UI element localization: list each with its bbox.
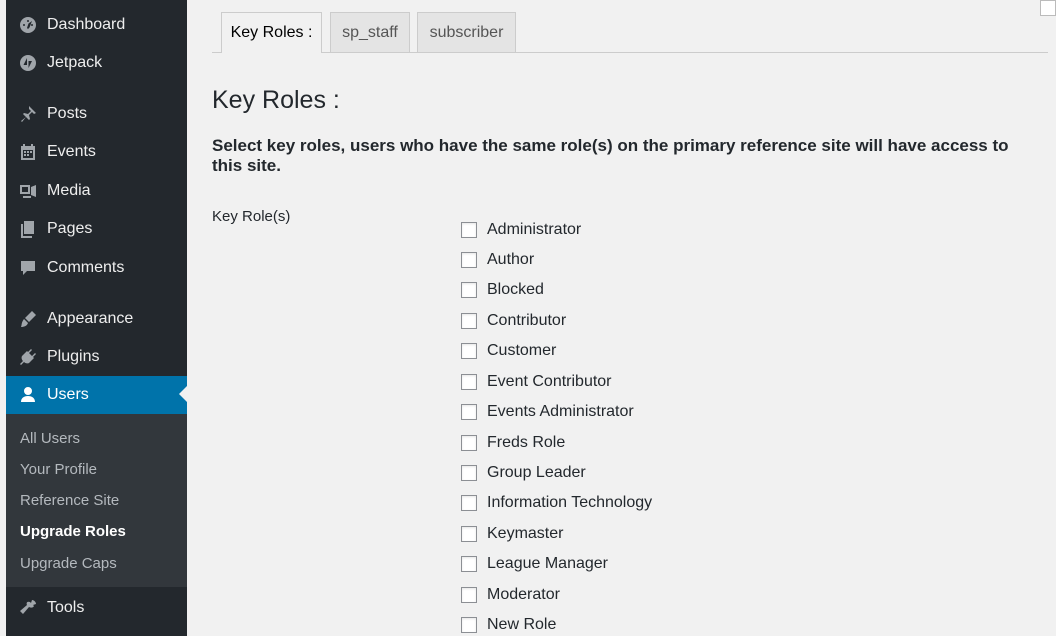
page-description: Select key roles, users who have the sam… [212, 136, 1009, 175]
role-label: Group Leader [487, 464, 586, 481]
role-option[interactable]: Author [461, 250, 534, 270]
role-label: Moderator [487, 586, 560, 603]
sidebar-item-dashboard[interactable]: Dashboard [6, 7, 187, 43]
sidebar-item-label: Jetpack [47, 54, 103, 71]
sidebar-item-label: Plugins [47, 348, 100, 365]
role-label: Freds Role [487, 434, 566, 451]
role-option[interactable]: Contributor [461, 311, 566, 331]
sidebar-item-label: Pages [47, 220, 93, 237]
role-checkbox[interactable] [461, 435, 477, 451]
media-icon [17, 180, 39, 202]
submenu-item-your-profile[interactable]: Your Profile [20, 461, 97, 478]
role-label: Customer [487, 342, 557, 359]
sidebar-item-pages[interactable]: Pages [6, 211, 187, 247]
role-option[interactable]: New Role [461, 615, 556, 635]
sidebar-item-comments[interactable]: Comments [6, 250, 187, 286]
brush-icon [17, 308, 39, 330]
submenu-item-upgrade-caps[interactable]: Upgrade Caps [20, 555, 117, 572]
role-option[interactable]: Blocked [461, 280, 544, 300]
role-label: Author [487, 251, 535, 268]
role-label: Administrator [487, 221, 582, 238]
pages-icon [17, 218, 39, 240]
role-option[interactable]: Group Leader [461, 463, 586, 483]
role-option[interactable]: League Manager [461, 554, 608, 574]
role-checkbox[interactable] [461, 556, 477, 572]
dashboard-icon [17, 14, 39, 36]
role-checkbox[interactable] [461, 526, 477, 542]
sidebar-item-label: Posts [47, 105, 88, 122]
sidebar-item-label: Users [47, 386, 89, 403]
role-checkbox[interactable] [461, 465, 477, 481]
role-label: League Manager [487, 555, 608, 572]
role-label: Keymaster [487, 525, 564, 542]
role-checkbox[interactable] [461, 343, 477, 359]
role-label: Contributor [487, 312, 567, 329]
tab-bar-divider [212, 52, 1048, 53]
role-label: Event Contributor [487, 373, 612, 390]
tab-subscriber[interactable]: subscriber [417, 12, 516, 52]
page-title: Key Roles : [212, 86, 340, 114]
role-checkbox[interactable] [461, 617, 477, 633]
sidebar-item-label: Dashboard [47, 16, 126, 33]
role-checkbox[interactable] [461, 222, 477, 238]
sidebar-item-label: Tools [47, 599, 85, 616]
tab-key-roles[interactable]: Key Roles : [221, 12, 322, 53]
submenu-item-upgrade-roles[interactable]: Upgrade Roles [20, 523, 126, 540]
role-option[interactable]: Keymaster [461, 524, 563, 544]
sidebar-item-posts[interactable]: Posts [6, 96, 187, 132]
role-checkbox[interactable] [461, 587, 477, 603]
sidebar-item-tools[interactable]: Tools [6, 590, 187, 626]
role-label: New Role [487, 616, 557, 633]
users-submenu: All Users Your Profile Reference Site Up… [6, 414, 187, 587]
sidebar-item-label: Appearance [47, 310, 134, 327]
role-checkbox[interactable] [461, 313, 477, 329]
role-option[interactable]: Moderator [461, 585, 560, 605]
role-checkbox[interactable] [461, 404, 477, 420]
sidebar-item-appearance[interactable]: Appearance [6, 301, 187, 337]
submenu-item-reference-site[interactable]: Reference Site [20, 492, 119, 509]
sidebar-item-label: Media [47, 182, 91, 199]
role-option[interactable]: Customer [461, 341, 556, 361]
sidebar-item-label: Comments [47, 259, 125, 276]
role-option[interactable]: Freds Role [461, 433, 565, 453]
sidebar-item-plugins[interactable]: Plugins [6, 339, 187, 375]
role-checkbox[interactable] [461, 252, 477, 268]
sidebar-item-events[interactable]: Events [6, 134, 187, 170]
role-option[interactable]: Events Administrator [461, 402, 634, 422]
submenu-item-all-users[interactable]: All Users [20, 430, 80, 447]
pin-icon [17, 103, 39, 125]
user-icon [17, 384, 39, 406]
role-label: Events Administrator [487, 403, 634, 420]
current-menu-arrow [179, 386, 187, 402]
role-option[interactable]: Information Technology [461, 493, 652, 513]
admin-sidebar: Dashboard Jetpack Posts Events Media Pag… [6, 0, 187, 636]
avatar[interactable] [1040, 0, 1056, 16]
role-label: Information Technology [487, 494, 653, 511]
jetpack-icon [17, 52, 39, 74]
wrench-icon [17, 597, 39, 619]
role-checkbox[interactable] [461, 374, 477, 390]
sidebar-item-jetpack[interactable]: Jetpack [6, 45, 187, 81]
role-option[interactable]: Administrator [461, 220, 581, 240]
calendar-icon [17, 141, 39, 163]
role-checkbox[interactable] [461, 495, 477, 511]
role-checkbox[interactable] [461, 282, 477, 298]
sidebar-item-media[interactable]: Media [6, 173, 187, 209]
role-label: Blocked [487, 281, 544, 298]
tab-sp-staff[interactable]: sp_staff [330, 12, 410, 52]
plugin-icon [17, 346, 39, 368]
sidebar-item-label: Events [47, 143, 96, 160]
comment-icon [17, 257, 39, 279]
key-roles-field-label: Key Role(s) [212, 208, 291, 225]
role-option[interactable]: Event Contributor [461, 372, 612, 392]
sidebar-item-users[interactable]: Users [6, 376, 187, 414]
